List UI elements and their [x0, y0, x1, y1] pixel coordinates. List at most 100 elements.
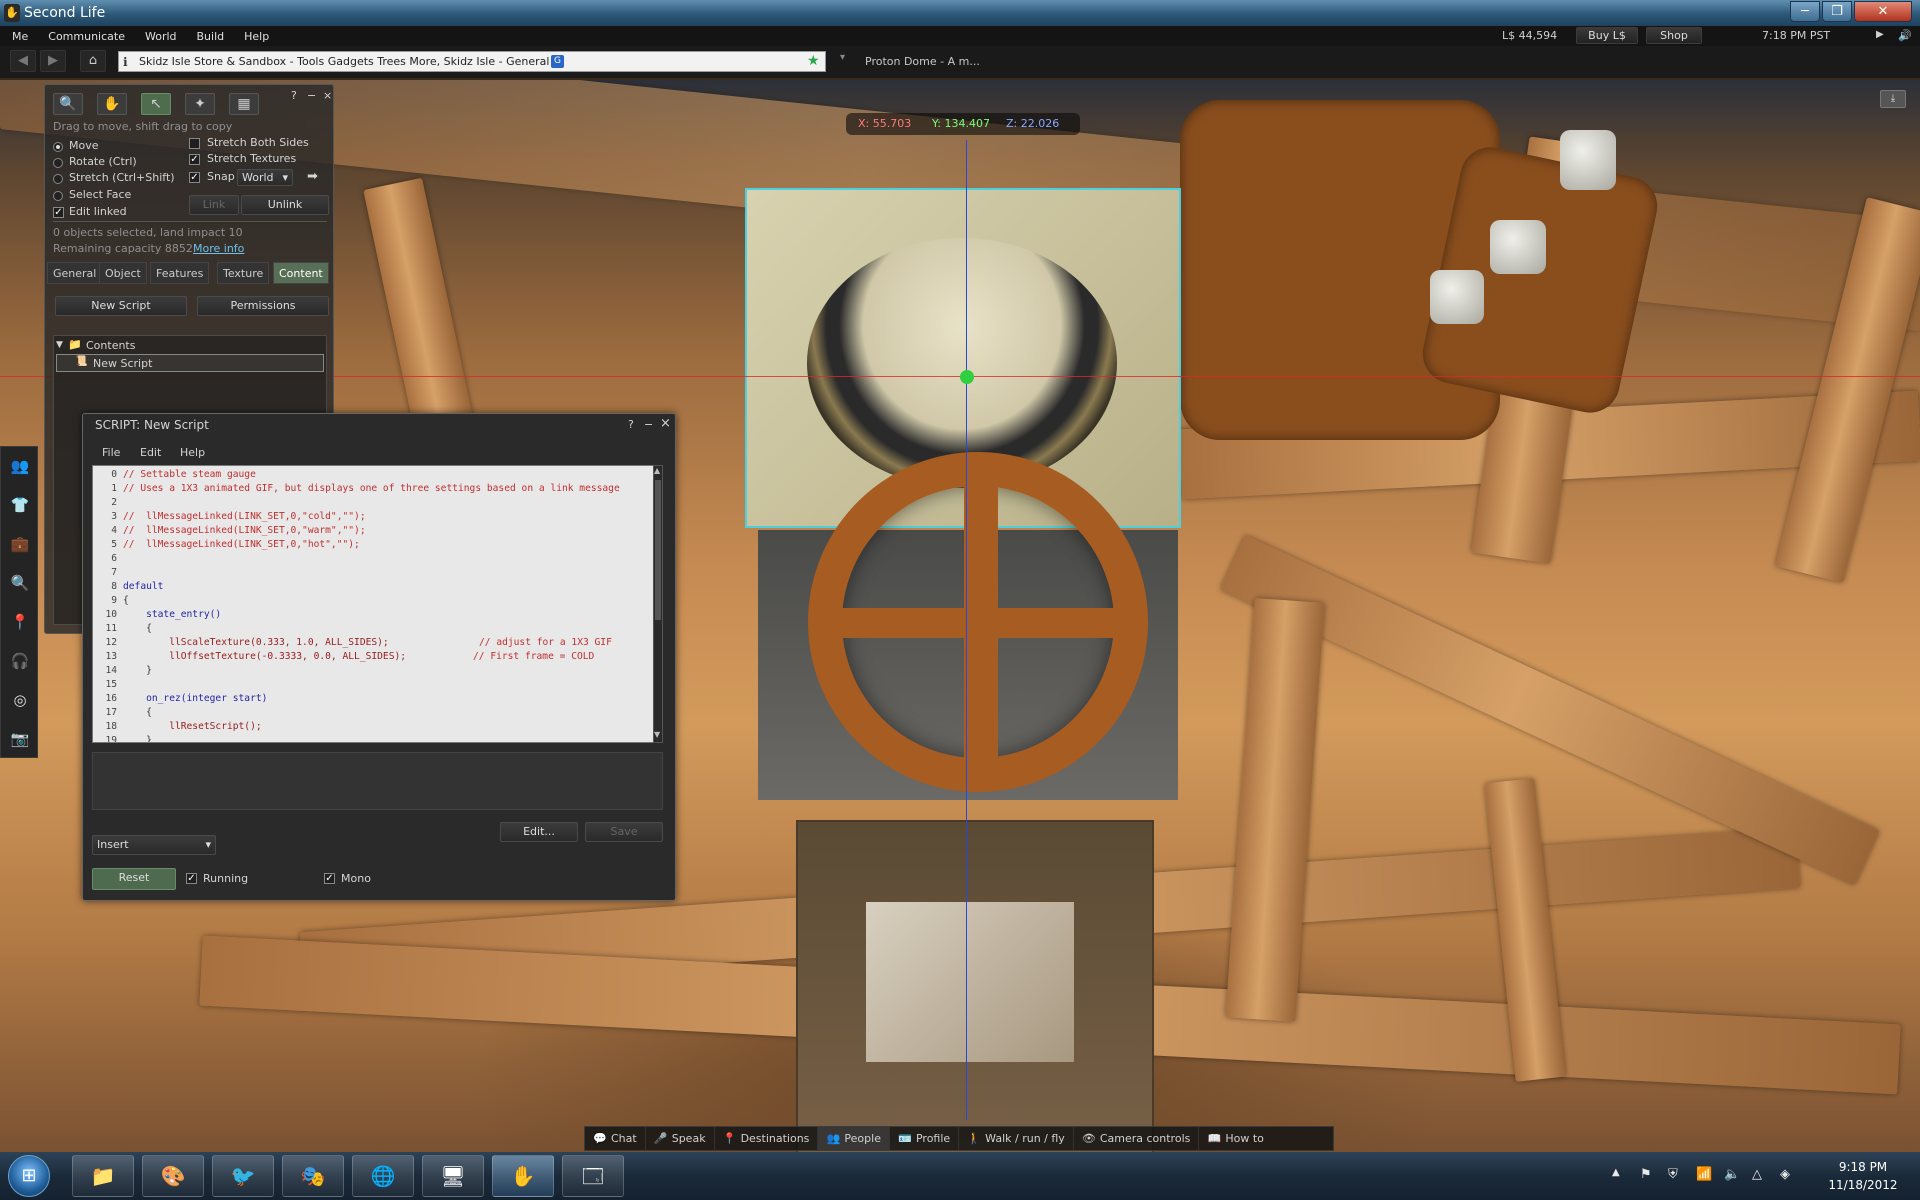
paint-palette-icon[interactable]: 🎨 — [142, 1155, 204, 1197]
gestures-icon[interactable]: ◎ — [5, 685, 35, 715]
how-to-button[interactable]: 📖 How to — [1199, 1127, 1272, 1150]
chrome-browser-icon[interactable]: 🌐 — [352, 1155, 414, 1197]
speaker-volume-icon[interactable]: 🔈 — [1724, 1167, 1740, 1182]
destinations-button[interactable]: 📍 Destinations — [715, 1127, 819, 1150]
mode-select-face-label[interactable]: Select Face — [69, 188, 131, 201]
menu-help[interactable]: Help — [180, 446, 205, 459]
move-tool-icon[interactable]: ✋ — [97, 93, 127, 115]
speak-button[interactable]: 🎤 Speak — [646, 1127, 715, 1150]
tree-expand-icon[interactable]: ▼ — [56, 340, 63, 350]
notepad-window-icon[interactable]: 🗔 — [562, 1155, 624, 1197]
insert-dropdown[interactable]: Insert ▾ — [92, 835, 216, 855]
mode-rotate-label[interactable]: Rotate (Ctrl) — [69, 155, 137, 168]
menu-me[interactable]: Me — [12, 30, 28, 43]
close-window-button[interactable]: ✕ — [1854, 1, 1912, 22]
running-label[interactable]: Running — [203, 872, 248, 885]
appearance-shirt-icon[interactable]: 👕 — [5, 490, 35, 520]
script-code-editor[interactable]: 0 // Settable steam gauge 1 // Uses a 1X3 a… — [92, 465, 663, 743]
snapshot-camera-icon[interactable]: 📷 — [5, 724, 35, 754]
tree-item-new-script[interactable]: 📜 New Script — [56, 354, 324, 372]
create-tool-icon[interactable]: ✦ — [185, 93, 215, 115]
snap-checkbox[interactable]: ✓ — [189, 172, 200, 183]
more-info-link[interactable]: More info — [193, 242, 244, 255]
stretch-both-checkbox[interactable] — [189, 138, 200, 149]
reset-button[interactable]: Reset — [92, 868, 176, 890]
people-icon[interactable]: 👥 — [5, 451, 35, 481]
camera-controls-button[interactable]: 👁 Camera controls — [1074, 1127, 1200, 1150]
snap-grid-dropdown[interactable]: World ▾ — [237, 169, 293, 186]
shop-button[interactable]: Shop — [1646, 27, 1702, 44]
walk-run-fly-button[interactable]: 🚶 Walk / run / fly — [959, 1127, 1074, 1150]
search-icon[interactable]: 🔍 — [5, 568, 35, 598]
help-icon[interactable]: ? — [628, 418, 634, 431]
mono-label[interactable]: Mono — [341, 872, 371, 885]
menu-help[interactable]: Help — [244, 30, 269, 43]
dropbox-icon[interactable]: ◈ — [1780, 1167, 1790, 1182]
edit-linked-label[interactable]: Edit linked — [69, 205, 127, 218]
grid-options-arrow-icon[interactable]: ➡ — [307, 169, 318, 184]
stretch-textures-label[interactable]: Stretch Textures — [207, 152, 296, 165]
mask-app-icon[interactable]: 🎭 — [282, 1155, 344, 1197]
tab-general[interactable]: General — [47, 262, 103, 284]
favorite-star-icon[interactable]: ★ — [807, 52, 820, 71]
help-icon[interactable]: ? — [291, 89, 297, 102]
google-drive-icon[interactable]: △ — [1752, 1167, 1762, 1182]
menu-file[interactable]: File — [102, 446, 120, 459]
remote-desktop-icon[interactable]: 🖥 — [422, 1155, 484, 1197]
link-button[interactable]: Link — [189, 195, 239, 215]
action-center-flag-icon[interactable]: ⚑ — [1640, 1167, 1652, 1182]
mode-move-label[interactable]: Move — [69, 139, 99, 152]
profile-button[interactable]: 🪪 Profile — [890, 1127, 960, 1150]
tab-features[interactable]: Features — [150, 262, 210, 284]
land-tool-icon[interactable]: ▦ — [229, 93, 259, 115]
menu-build[interactable]: Build — [197, 30, 225, 43]
mono-checkbox[interactable]: ✓ — [324, 873, 335, 884]
minimize-button[interactable]: ─ — [1790, 1, 1820, 22]
save-button[interactable]: Save — [585, 822, 663, 842]
minimize-floater-icon[interactable]: − — [644, 418, 653, 431]
tab-object[interactable]: Object — [99, 262, 147, 284]
stretch-both-label[interactable]: Stretch Both Sides — [207, 136, 309, 149]
people-button[interactable]: 👥 People — [818, 1127, 890, 1150]
edit-tool-icon[interactable]: ↖ — [141, 93, 171, 115]
mode-stretch-radio[interactable] — [53, 174, 63, 184]
menu-world[interactable]: World — [145, 30, 177, 43]
maximize-button[interactable]: ❐ — [1822, 1, 1852, 22]
network-signal-icon[interactable]: 📶 — [1696, 1167, 1712, 1182]
mode-move-radio[interactable] — [53, 142, 63, 152]
close-floater-icon[interactable]: × — [323, 89, 332, 102]
unlink-button[interactable]: Unlink — [241, 195, 329, 215]
file-explorer-icon[interactable]: 📁 — [72, 1155, 134, 1197]
mode-stretch-label[interactable]: Stretch (Ctrl+Shift) — [69, 171, 175, 184]
start-button[interactable]: ⊞ — [8, 1155, 50, 1197]
code-scrollbar[interactable]: ▲ ▼ — [653, 465, 663, 743]
edit-linked-checkbox[interactable]: ✓ — [53, 207, 64, 218]
scroll-up-icon[interactable]: ▲ — [654, 466, 660, 475]
favorite-landmark[interactable]: Proton Dome - A m... — [865, 55, 980, 68]
running-checkbox[interactable]: ✓ — [186, 873, 197, 884]
new-script-button[interactable]: New Script — [55, 296, 187, 316]
menu-edit[interactable]: Edit — [140, 446, 161, 459]
linden-balance[interactable]: L$ 44,594 — [1502, 29, 1557, 42]
tab-texture[interactable]: Texture — [217, 262, 270, 284]
permissions-button[interactable]: Permissions — [197, 296, 329, 316]
places-icon[interactable]: 📍 — [5, 607, 35, 637]
location-dropdown-icon[interactable]: ▾ — [840, 52, 845, 63]
close-floater-icon[interactable]: × — [660, 416, 671, 431]
location-input[interactable]: ℹ Skidz Isle Store & Sandbox - Tools Gad… — [118, 51, 826, 72]
second-life-taskbar-icon[interactable]: ✋ — [492, 1155, 554, 1197]
contents-folder-label[interactable]: Contents — [86, 339, 135, 352]
shield-icon[interactable]: ⛨ — [1668, 1167, 1678, 1182]
buy-currency-button[interactable]: Buy L$ — [1576, 27, 1638, 44]
media-play-icon[interactable]: ▶ — [1876, 29, 1884, 40]
minimize-floater-icon[interactable]: − — [307, 89, 316, 102]
mode-rotate-radio[interactable] — [53, 158, 63, 168]
chat-button[interactable]: 💬 Chat — [585, 1127, 646, 1150]
voice-headset-icon[interactable]: 🎧 — [5, 646, 35, 676]
system-clock[interactable]: 9:18 PM 11/18/2012 — [1818, 1158, 1908, 1194]
stretch-textures-checkbox[interactable]: ✓ — [189, 154, 200, 165]
back-arrow-icon[interactable]: ◀ — [10, 50, 36, 72]
snap-label[interactable]: Snap — [207, 170, 235, 183]
edit-button[interactable]: Edit... — [500, 822, 578, 842]
inventory-icon[interactable]: 💼 — [5, 529, 35, 559]
